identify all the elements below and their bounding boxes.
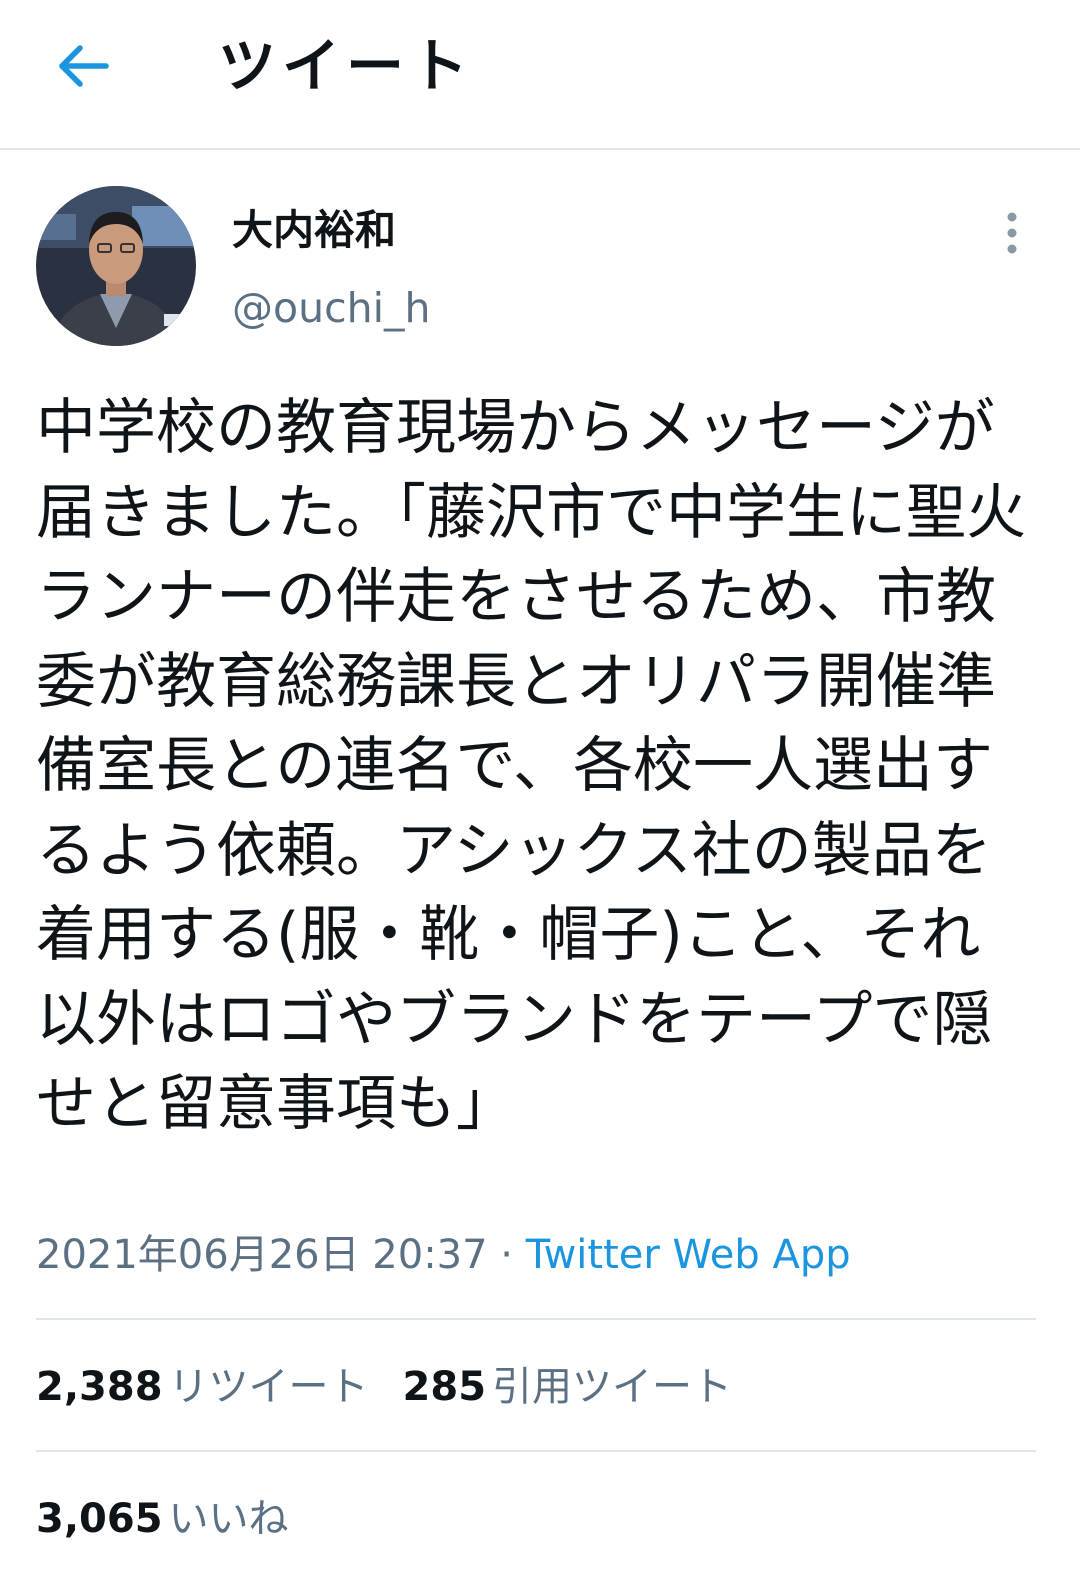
- quote-tweets-label: 引用ツイート: [492, 1364, 733, 1410]
- quote-tweets-count: 285: [402, 1364, 487, 1410]
- more-vertical-icon: [1007, 212, 1017, 254]
- tweet-text: 中学校の教育現場からメッセージが届きました。「藤沢市で中学生に聖火ランナーの伴走…: [36, 393, 1026, 1139]
- more-options-button[interactable]: [990, 208, 1034, 258]
- tweet-source-link[interactable]: Twitter Web App: [526, 1232, 851, 1278]
- retweets-label: リツイート: [168, 1364, 369, 1410]
- top-app-bar: ツイート: [0, 0, 1080, 150]
- engagement-stats: 2,388 リツイート 285 引用ツイート: [36, 1360, 766, 1414]
- tweet-metadata: 2021年06月26日 20:37 · Twitter Web App: [36, 1228, 851, 1282]
- avatar[interactable]: [36, 186, 196, 346]
- likes-count: 3,065: [36, 1496, 163, 1542]
- quote-tweets-stat[interactable]: 285 引用ツイート: [403, 1360, 733, 1414]
- tweet-timestamp[interactable]: 2021年06月26日 20:37: [36, 1232, 488, 1278]
- retweets-count: 2,388: [36, 1364, 163, 1410]
- meta-separator: ·: [487, 1232, 526, 1278]
- back-button[interactable]: [48, 30, 120, 102]
- likes-row: 3,065 いいね: [36, 1492, 323, 1546]
- user-handle[interactable]: @ouchi_h: [232, 282, 430, 334]
- likes-label: いいね: [168, 1496, 289, 1542]
- arrow-left-icon: [59, 45, 109, 87]
- divider: [36, 1318, 1036, 1320]
- display-name[interactable]: 大内裕和: [232, 204, 396, 256]
- profile-photo: [36, 186, 196, 346]
- likes-stat[interactable]: 3,065 いいね: [36, 1492, 289, 1546]
- retweets-stat[interactable]: 2,388 リツイート: [36, 1360, 369, 1414]
- divider: [36, 1450, 1036, 1452]
- page-title: ツイート: [218, 32, 475, 100]
